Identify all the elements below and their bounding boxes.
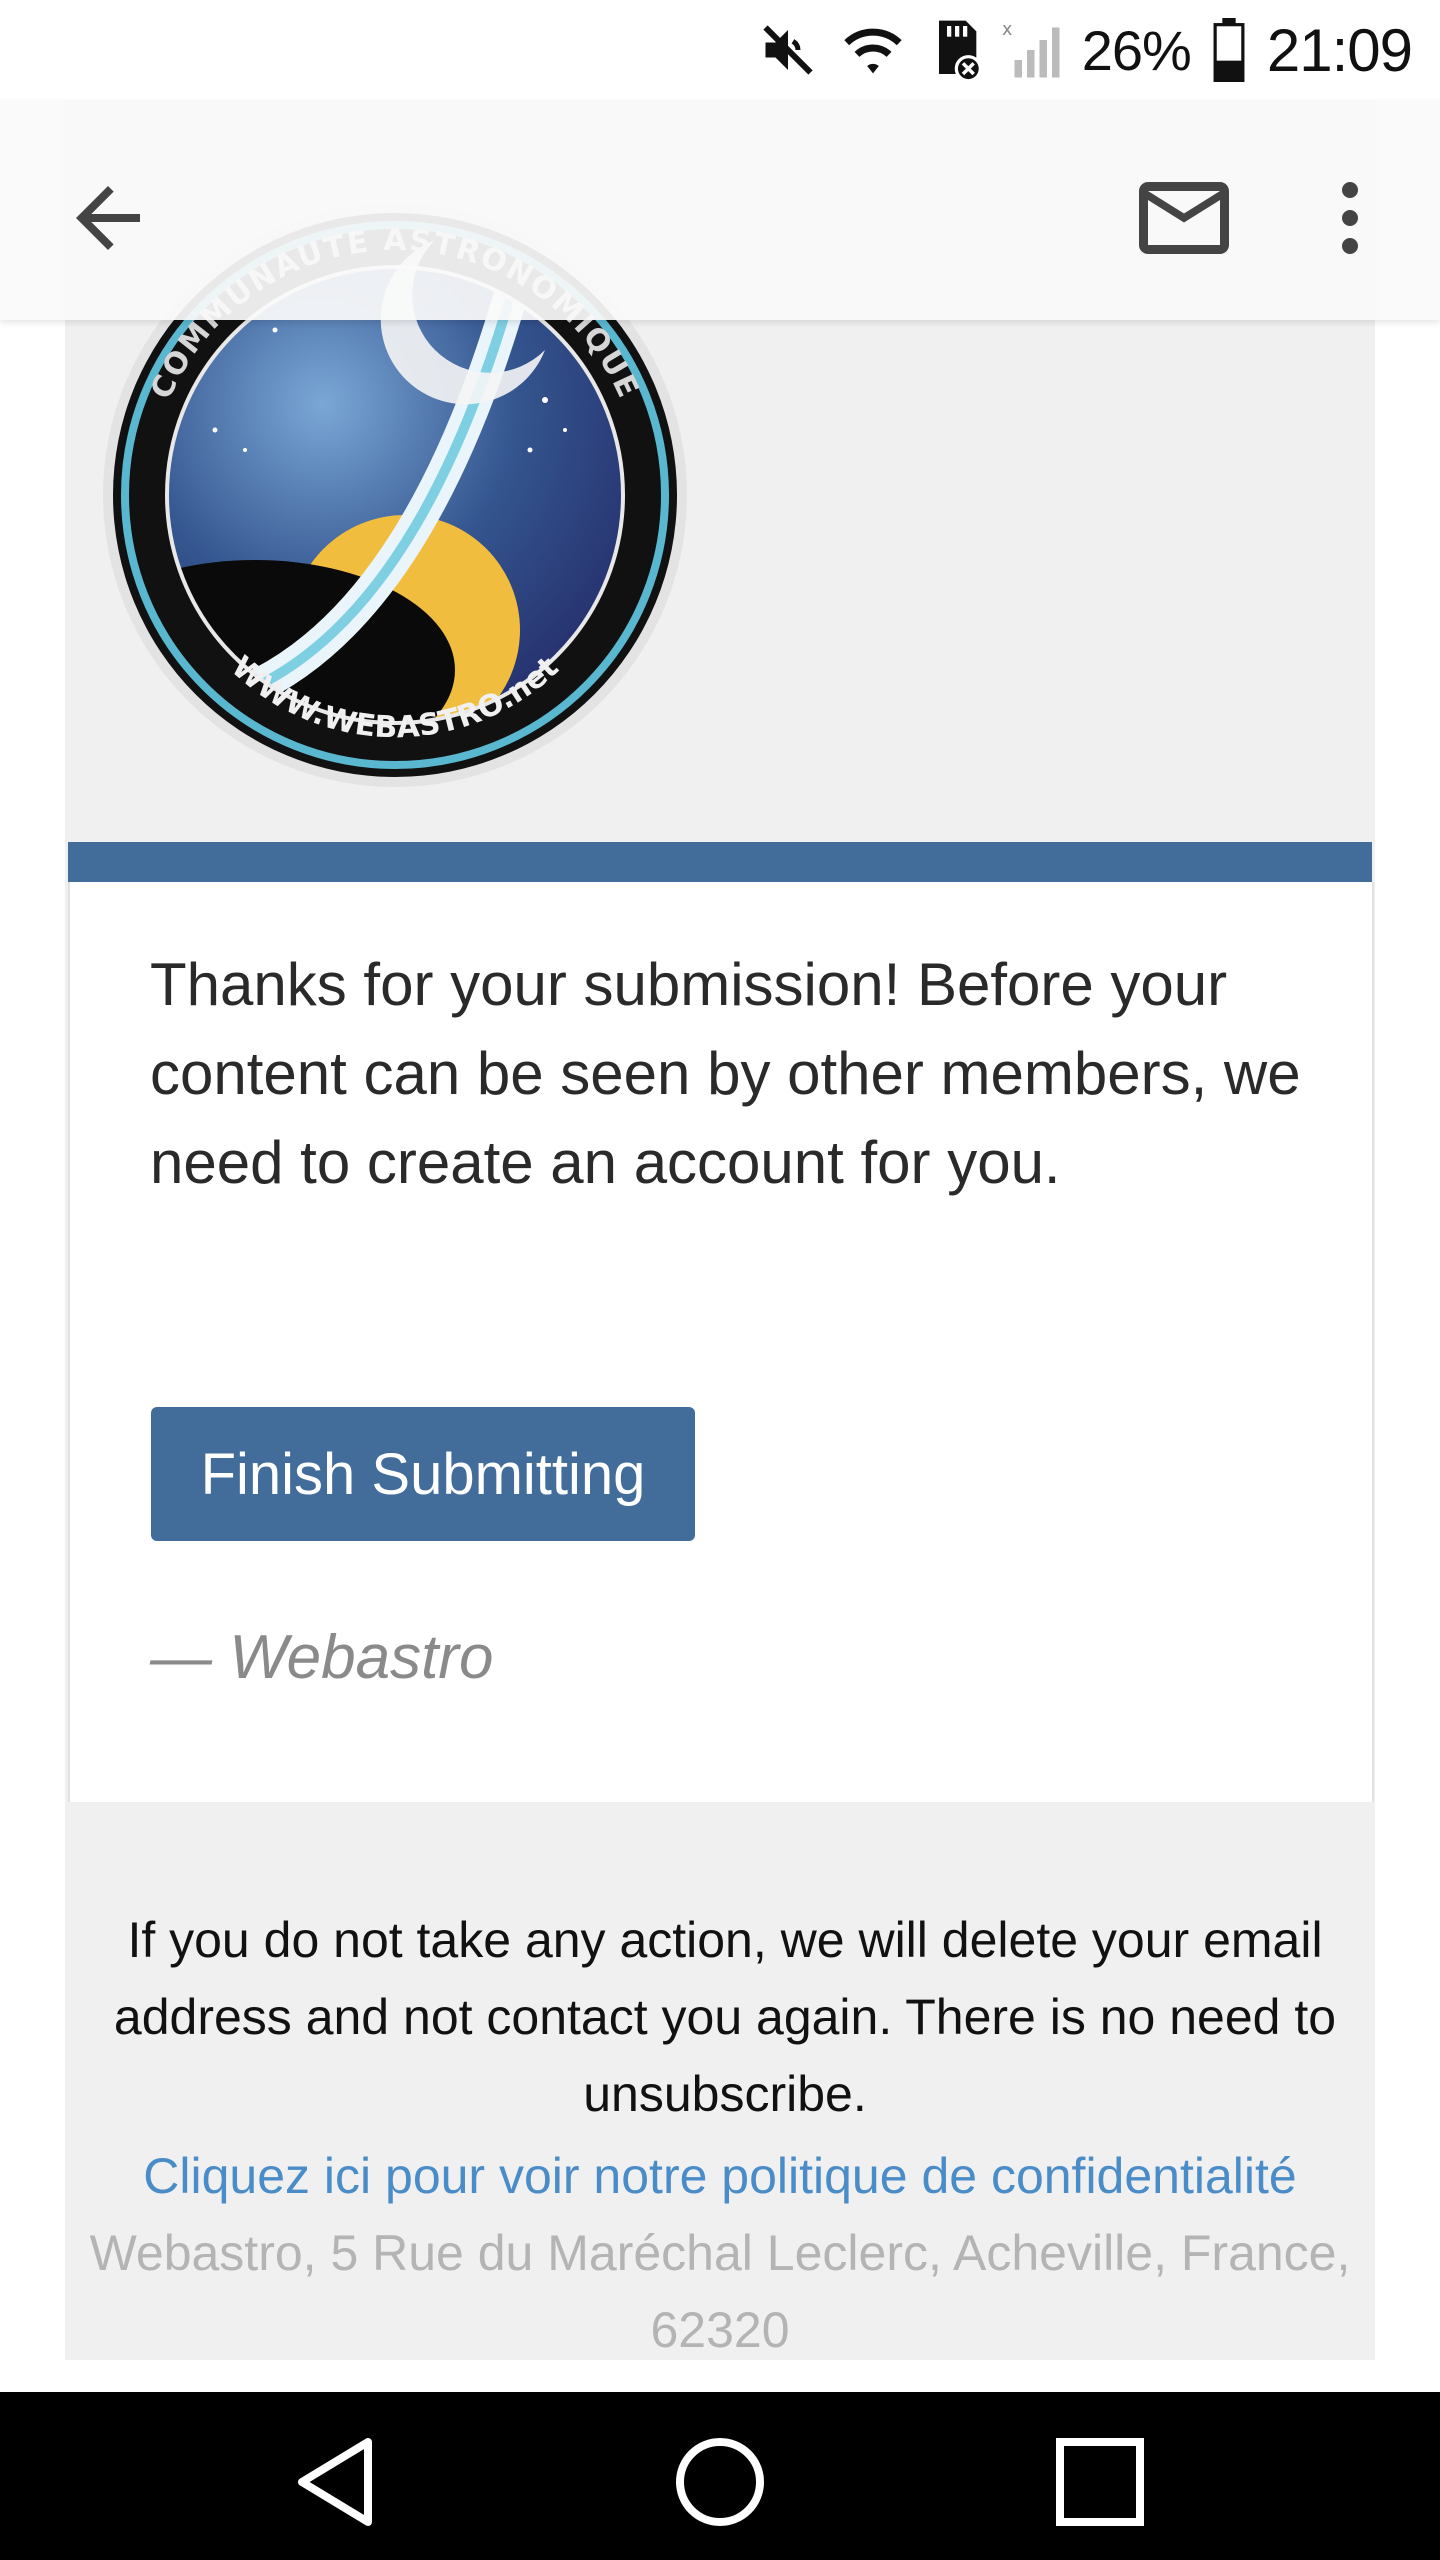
- clock: 21:09: [1266, 16, 1413, 84]
- message-card: Thanks for your submission! Before your …: [68, 882, 1374, 1802]
- wifi-icon: [844, 28, 902, 74]
- message-text: Thanks for your submission! Before your …: [150, 951, 1301, 1196]
- footer-notice: If you do not take any action, we will d…: [113, 1912, 1337, 2122]
- system-nav-bar: [0, 2392, 1440, 2560]
- svg-text:x: x: [1002, 20, 1012, 40]
- battery-percent: 26%: [1081, 18, 1192, 82]
- header-divider-bar: [68, 842, 1372, 882]
- signature: — Webastro: [150, 1623, 494, 1692]
- back-triangle-icon[interactable]: [280, 2432, 400, 2532]
- email-body: COMMUNAUTE ASTRONOMIQUE WWW.WEBASTRO.net…: [65, 100, 1375, 2360]
- privacy-policy-link[interactable]: Cliquez ici pour voir notre politique de…: [65, 2138, 1375, 2215]
- mute-icon: [763, 25, 813, 75]
- finish-submitting-button[interactable]: Finish Submitting: [151, 1407, 695, 1541]
- status-bar: x 26% 21:09: [0, 0, 1440, 100]
- recents-square-icon[interactable]: [1040, 2432, 1160, 2532]
- signal-icon: x: [1002, 20, 1060, 78]
- home-circle-icon[interactable]: [660, 2432, 780, 2532]
- sd-card-icon: [938, 20, 982, 82]
- back-arrow-icon[interactable]: [60, 170, 156, 266]
- app-bar: [0, 100, 1440, 320]
- mail-icon[interactable]: [1130, 164, 1238, 272]
- status-icons: x 26% 21:09: [758, 14, 1413, 86]
- battery-icon: [1213, 18, 1245, 82]
- more-vert-icon[interactable]: [1302, 164, 1398, 272]
- footer-address: Webastro, 5 Rue du Maréchal Leclerc, Ach…: [89, 2225, 1351, 2358]
